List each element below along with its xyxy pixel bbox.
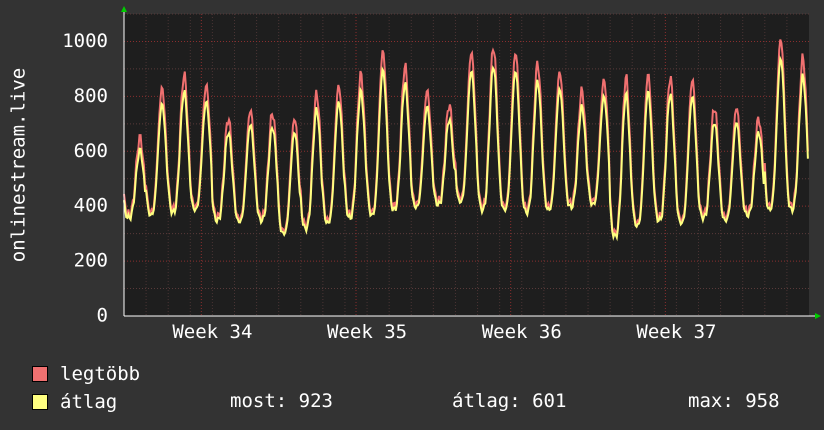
legend-swatch-avg bbox=[32, 394, 48, 410]
y-axis-arrow-icon bbox=[121, 6, 127, 12]
legend-item-max: legtöbb bbox=[32, 363, 140, 385]
y-tick-label: 600 bbox=[74, 140, 108, 162]
y-tick-label: 800 bbox=[74, 85, 108, 107]
plot-area bbox=[124, 14, 809, 316]
y-axis-label: onlinestream.live bbox=[8, 68, 30, 262]
x-tick-label: Week 35 bbox=[327, 321, 407, 343]
stat-max: max: 958 bbox=[688, 390, 780, 412]
legend-label-max: legtöbb bbox=[60, 363, 141, 385]
legend-item-avg: átlag bbox=[32, 391, 117, 413]
x-axis-arrow-icon bbox=[815, 313, 821, 319]
stat-average: átlag: 601 bbox=[452, 390, 567, 412]
x-tick-label: Week 34 bbox=[172, 321, 252, 343]
legend-label-avg: átlag bbox=[60, 391, 118, 413]
y-tick-label: 200 bbox=[74, 250, 108, 272]
y-tick-label: 400 bbox=[74, 195, 108, 217]
x-tick-label: Week 36 bbox=[482, 321, 562, 343]
x-tick-label: Week 37 bbox=[636, 321, 716, 343]
x-axis-ticks: Week 34 Week 35 Week 36 Week 37 bbox=[172, 321, 716, 343]
y-tick-label: 1000 bbox=[62, 30, 108, 52]
y-tick-label: 0 bbox=[97, 305, 108, 327]
y-axis-ticks: 0 200 400 600 800 1000 bbox=[62, 30, 108, 327]
stat-current: most: 923 bbox=[230, 390, 333, 412]
legend-swatch-max bbox=[32, 366, 48, 382]
